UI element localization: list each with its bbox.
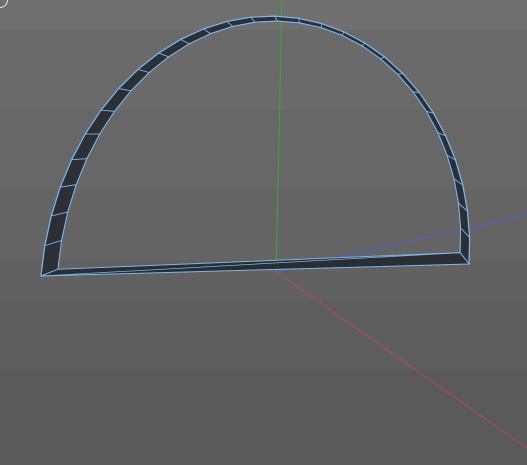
arc-face	[341, 31, 366, 47]
scene-canvas[interactable]	[0, 0, 527, 465]
arc-face	[157, 38, 191, 58]
y-axis-line	[275, 0, 283, 273]
arc-face	[84, 109, 116, 135]
arc-face	[437, 131, 457, 161]
arc-face	[179, 28, 212, 45]
half-ring-mesh[interactable]	[40, 15, 471, 277]
arc-face	[425, 110, 447, 137]
arc-face	[379, 56, 404, 75]
arc-face	[361, 42, 386, 60]
arc-face	[59, 158, 88, 188]
front-arc-edge	[40, 15, 471, 277]
back-arc-edge	[57, 20, 462, 270]
arc-face	[70, 133, 101, 161]
3d-viewport[interactable]	[0, 0, 527, 465]
arc-face	[412, 91, 435, 115]
arc-face	[50, 184, 77, 217]
x-axis-line	[275, 271, 527, 449]
